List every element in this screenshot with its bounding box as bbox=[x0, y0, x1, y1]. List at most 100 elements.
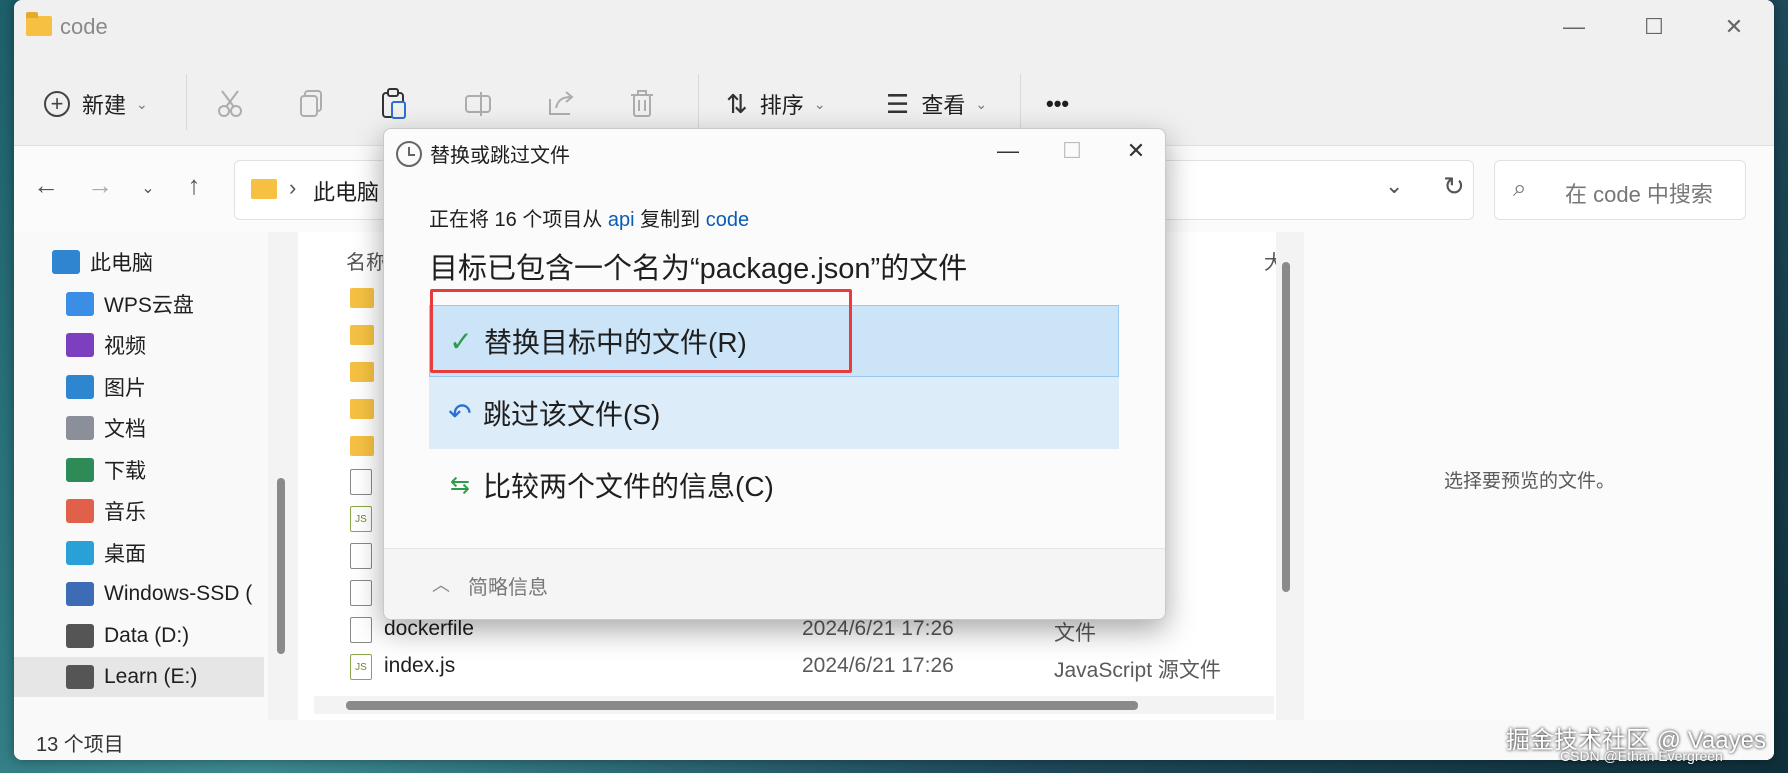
file-date: 2024/6/21 17:26 bbox=[802, 654, 954, 677]
new-label: 新建 bbox=[82, 93, 127, 118]
plus-circle-icon: + bbox=[44, 91, 70, 117]
chevron-down-icon[interactable]: ⌄ bbox=[1385, 173, 1403, 199]
nav-item[interactable]: 音乐 bbox=[14, 491, 264, 531]
forward-button[interactable]: → bbox=[80, 170, 120, 201]
watermark-sub: CSDN @Ethan Evergreen bbox=[1560, 748, 1723, 764]
nav-item-label: WPS云盘 bbox=[104, 293, 194, 317]
view-icon: ☰ bbox=[886, 88, 910, 119]
dialog-maximize-button[interactable]: ☐ bbox=[1044, 133, 1100, 169]
fewer-details-toggle[interactable]: 简略信息 bbox=[468, 571, 548, 600]
nav-item-label: 视频 bbox=[104, 335, 146, 358]
paste-button[interactable] bbox=[380, 82, 408, 126]
nav-item-label: Learn (E:) bbox=[104, 665, 198, 688]
file-row[interactable]: JS index.js 2024/6/21 17:26 JavaScript 源文件 bbox=[298, 648, 1278, 684]
folder-icon bbox=[251, 179, 277, 199]
paste-icon bbox=[382, 88, 406, 119]
desktop-icon bbox=[66, 540, 94, 565]
source-folder-link[interactable]: api bbox=[608, 209, 635, 231]
cut-button[interactable] bbox=[216, 82, 244, 126]
dialog-title: 替换或跳过文件 bbox=[430, 145, 570, 167]
sort-icon: ⇅ bbox=[726, 88, 748, 119]
dialog-minimize-button[interactable]: — bbox=[980, 133, 1036, 169]
nav-item[interactable]: 桌面 bbox=[14, 533, 264, 573]
nav-item[interactable]: WPS云盘 bbox=[14, 284, 264, 324]
preview-pane: 选择要预览的文件。 bbox=[1304, 232, 1774, 720]
dialog-footer: ︿ 简略信息 bbox=[384, 548, 1165, 619]
download-icon bbox=[66, 457, 94, 482]
folder-icon bbox=[350, 288, 374, 308]
folder-icon bbox=[350, 362, 374, 382]
toolbar-divider bbox=[186, 74, 187, 130]
file-name: index.js bbox=[384, 654, 456, 677]
folder-icon bbox=[26, 12, 52, 36]
js-file-icon: JS bbox=[350, 654, 372, 680]
destination-folder-link[interactable]: code bbox=[706, 209, 749, 231]
scrollbar-thumb[interactable] bbox=[346, 701, 1138, 710]
pc-icon bbox=[52, 250, 80, 274]
nav-item[interactable]: Windows-SSD ( bbox=[14, 574, 264, 614]
horizontal-scrollbar[interactable] bbox=[314, 696, 1274, 714]
more-button[interactable]: ••• bbox=[1046, 82, 1069, 126]
scrollbar-thumb[interactable] bbox=[1282, 262, 1290, 592]
video-icon bbox=[66, 333, 94, 357]
nav-item[interactable]: 视频 bbox=[14, 325, 264, 365]
drive-icon bbox=[66, 665, 94, 689]
nav-item-label: 文档 bbox=[104, 418, 146, 441]
close-button[interactable]: ✕ bbox=[1704, 8, 1764, 46]
up-button[interactable]: ↑ bbox=[174, 170, 214, 201]
view-button[interactable]: ☰ 查看 ⌄ bbox=[886, 82, 987, 126]
breadcrumb[interactable]: 此电脑 bbox=[313, 175, 379, 207]
copy-button[interactable] bbox=[298, 82, 324, 126]
toolbar-divider bbox=[1020, 74, 1021, 130]
search-box[interactable]: ⌕ 在 code 中搜索 bbox=[1494, 160, 1746, 220]
share-button[interactable] bbox=[546, 82, 576, 126]
minimize-button[interactable]: — bbox=[1544, 8, 1604, 46]
nav-item[interactable]: 图片 bbox=[14, 367, 264, 407]
nav-item[interactable]: 此电脑 bbox=[14, 242, 264, 282]
file-icon bbox=[350, 543, 372, 569]
window-title: code bbox=[60, 14, 108, 39]
back-button[interactable]: ← bbox=[26, 170, 66, 201]
copy-icon bbox=[300, 90, 322, 117]
nav-item[interactable]: Data (D:) bbox=[14, 616, 264, 656]
preview-message: 选择要预览的文件。 bbox=[1444, 471, 1616, 492]
toolbar-divider bbox=[698, 74, 699, 130]
skip-option[interactable]: ↶ 跳过该文件(S) bbox=[429, 377, 1119, 449]
new-button[interactable]: + 新建 ⌄ bbox=[44, 82, 148, 126]
share-icon bbox=[549, 91, 574, 115]
file-name: dockerfile bbox=[384, 617, 474, 640]
sort-button[interactable]: ⇅ 排序 ⌄ bbox=[726, 82, 826, 126]
folder-icon bbox=[350, 325, 374, 345]
documents-icon bbox=[66, 416, 94, 440]
copy-mid: 复制到 bbox=[634, 209, 706, 231]
compare-option[interactable]: ⇆ 比较两个文件的信息(C) bbox=[429, 449, 1119, 521]
clock-icon bbox=[396, 141, 422, 167]
nav-item-label: 下载 bbox=[104, 459, 146, 483]
maximize-button[interactable]: ☐ bbox=[1624, 8, 1684, 46]
file-type: 文件 bbox=[1054, 622, 1096, 645]
copy-progress-text: 正在将 16 个项目从 api 复制到 code bbox=[429, 203, 749, 232]
drive-icon bbox=[66, 582, 94, 606]
delete-button[interactable] bbox=[628, 82, 656, 126]
nav-item[interactable]: 下载 bbox=[14, 450, 264, 490]
replace-or-skip-dialog: 替换或跳过文件 — ☐ ✕ 正在将 16 个项目从 api 复制到 code 目… bbox=[383, 128, 1166, 620]
chevron-up-icon[interactable]: ︿ bbox=[432, 571, 450, 597]
compare-option-label: 比较两个文件的信息(C) bbox=[483, 471, 774, 502]
recent-locations-button[interactable]: ⌄ bbox=[128, 178, 168, 198]
rename-button[interactable] bbox=[464, 82, 494, 126]
file-icon bbox=[350, 580, 372, 606]
file-list-scrollbar[interactable] bbox=[1276, 232, 1296, 720]
dialog-close-button[interactable]: ✕ bbox=[1108, 133, 1164, 169]
nav-item[interactable]: 文档 bbox=[14, 408, 264, 448]
file-icon bbox=[350, 617, 372, 643]
sort-label: 排序 bbox=[759, 93, 804, 118]
nav-scrollbar[interactable] bbox=[274, 232, 288, 720]
item-count: 13 个项目 bbox=[36, 734, 124, 756]
copy-prefix: 正在将 16 个项目从 bbox=[429, 209, 608, 231]
scrollbar-thumb[interactable] bbox=[277, 478, 285, 654]
search-icon: ⌕ bbox=[1513, 175, 1527, 202]
refresh-icon[interactable]: ↻ bbox=[1443, 171, 1465, 202]
nav-item-label: 此电脑 bbox=[90, 252, 153, 275]
column-header-name[interactable]: 名称 bbox=[346, 246, 386, 275]
nav-item[interactable]: Learn (E:) bbox=[14, 657, 264, 697]
